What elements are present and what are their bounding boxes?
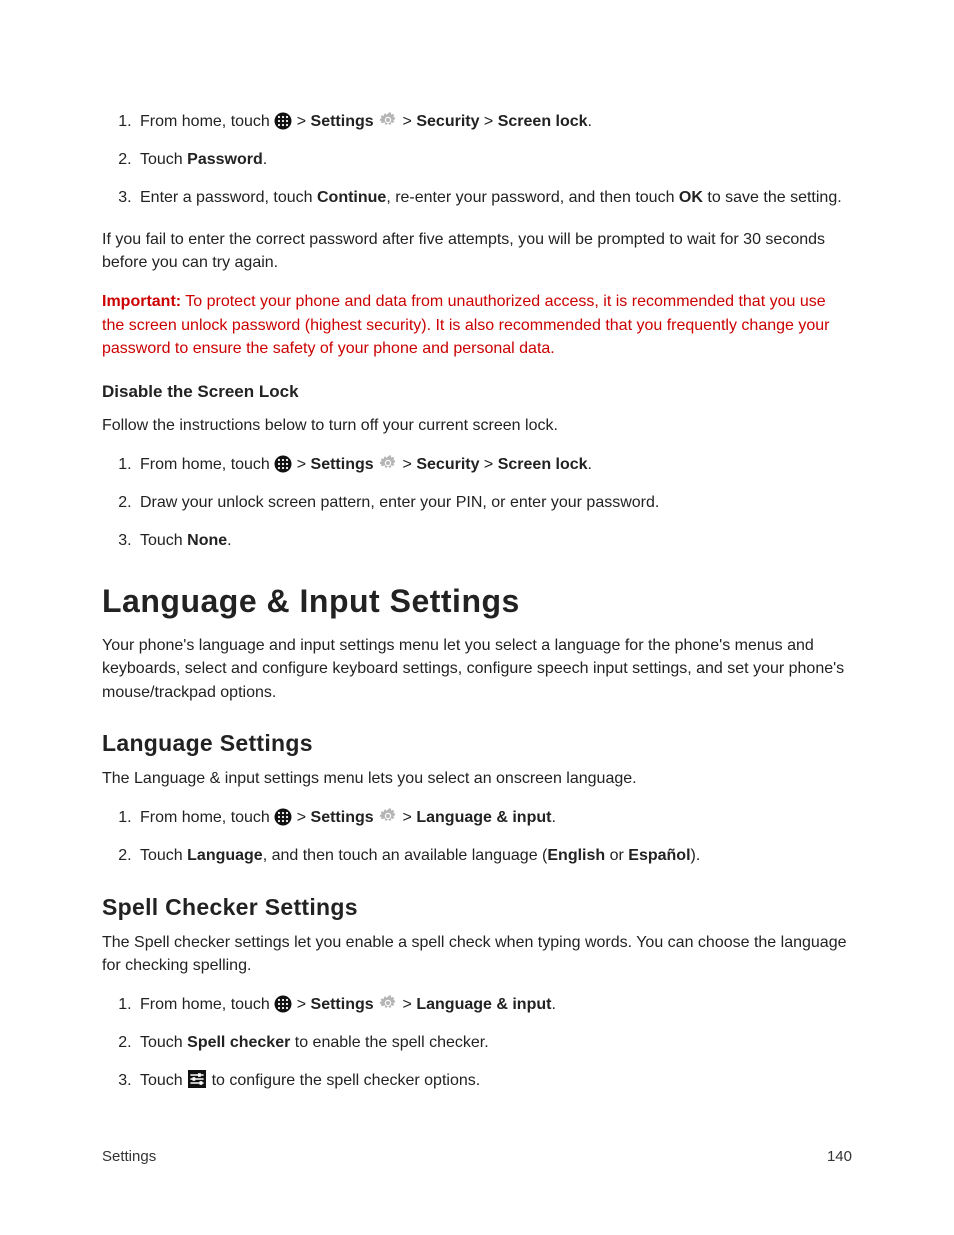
text: Touch: [140, 847, 187, 864]
text: Touch: [140, 532, 187, 549]
gear-icon: [378, 993, 398, 1013]
security-label: Security: [416, 113, 479, 130]
settings-label: Settings: [311, 809, 374, 826]
important-note: Important: To protect your phone and dat…: [102, 290, 852, 360]
list-item: Touch Language, and then touch an availa…: [136, 844, 852, 868]
footer-section: Settings: [102, 1148, 156, 1165]
footer-page-number: 140: [827, 1148, 852, 1165]
gear-icon: [378, 453, 398, 473]
steps-list-language: From home, touch > Settings > Language &…: [102, 806, 852, 868]
spell-intro: The Spell checker settings let you enabl…: [102, 931, 852, 977]
text: >: [403, 456, 417, 473]
text: Touch: [140, 151, 187, 168]
screen-lock-label: Screen lock: [498, 456, 588, 473]
text: to configure the spell checker options.: [207, 1072, 480, 1089]
text: to save the setting.: [703, 189, 842, 206]
h2-language-settings: Language Settings: [102, 730, 852, 757]
security-label: Security: [416, 456, 479, 473]
lang-input-intro: Your phone's language and input settings…: [102, 634, 852, 704]
text: >: [403, 113, 417, 130]
text: ).: [691, 847, 701, 864]
apps-icon: [274, 995, 292, 1013]
list-item: From home, touch > Settings > Security >…: [136, 110, 852, 134]
text: From home, touch: [140, 113, 274, 130]
screen-lock-label: Screen lock: [498, 113, 588, 130]
text: .: [263, 151, 267, 168]
text: >: [479, 113, 497, 130]
list-item: Touch None.: [136, 529, 852, 553]
text: >: [292, 113, 310, 130]
text: Enter a password, touch: [140, 189, 317, 206]
list-item: From home, touch > Settings > Language &…: [136, 806, 852, 830]
paragraph-fail: If you fail to enter the correct passwor…: [102, 228, 852, 274]
steps-list-1: From home, touch > Settings > Security >…: [102, 110, 852, 210]
spell-checker-label: Spell checker: [187, 1034, 290, 1051]
h2-spell-checker: Spell Checker Settings: [102, 894, 852, 921]
list-item: Touch to configure the spell checker opt…: [136, 1069, 852, 1093]
disable-heading: Disable the Screen Lock: [102, 382, 852, 402]
text: From home, touch: [140, 809, 274, 826]
disable-intro: Follow the instructions below to turn of…: [102, 414, 852, 437]
text: .: [551, 996, 555, 1013]
english-label: English: [547, 847, 605, 864]
continue-label: Continue: [317, 189, 386, 206]
settings-label: Settings: [311, 996, 374, 1013]
list-item: Enter a password, touch Continue, re-ent…: [136, 186, 852, 210]
language-input-label: Language & input: [416, 809, 551, 826]
document-page: From home, touch > Settings > Security >…: [0, 0, 954, 1235]
language-label: Language: [187, 847, 263, 864]
text: to enable the spell checker.: [290, 1034, 488, 1051]
text: .: [588, 113, 592, 130]
apps-icon: [274, 455, 292, 473]
gear-icon: [378, 806, 398, 826]
ok-label: OK: [679, 189, 703, 206]
text: .: [551, 809, 555, 826]
page-footer: Settings 140: [102, 1148, 852, 1165]
lang-settings-intro: The Language & input settings menu lets …: [102, 767, 852, 790]
steps-list-disable: From home, touch > Settings > Security >…: [102, 453, 852, 553]
language-input-label: Language & input: [416, 996, 551, 1013]
text: >: [403, 809, 417, 826]
text: or: [605, 847, 628, 864]
text: From home, touch: [140, 996, 274, 1013]
apps-icon: [274, 808, 292, 826]
list-item: From home, touch > Settings > Security >…: [136, 453, 852, 477]
text: , and then touch an available language (: [263, 847, 548, 864]
text: From home, touch: [140, 456, 274, 473]
text: >: [403, 996, 417, 1013]
sliders-icon: [187, 1069, 207, 1089]
gear-icon: [378, 110, 398, 130]
settings-label: Settings: [311, 456, 374, 473]
text: , re-enter your password, and then touch: [386, 189, 679, 206]
apps-icon: [274, 112, 292, 130]
text: .: [227, 532, 231, 549]
list-item: Touch Password.: [136, 148, 852, 172]
password-label: Password: [187, 151, 263, 168]
text: >: [479, 456, 497, 473]
important-lead: Important:: [102, 293, 181, 310]
h1-language-input: Language & Input Settings: [102, 583, 852, 620]
text: >: [292, 996, 310, 1013]
list-item: Touch Spell checker to enable the spell …: [136, 1031, 852, 1055]
espanol-label: Español: [628, 847, 690, 864]
list-item: Draw your unlock screen pattern, enter y…: [136, 491, 852, 515]
none-label: None: [187, 532, 227, 549]
steps-list-spell: From home, touch > Settings > Language &…: [102, 993, 852, 1093]
text: Touch: [140, 1072, 187, 1089]
text: .: [588, 456, 592, 473]
text: >: [292, 456, 310, 473]
text: Touch: [140, 1034, 187, 1051]
settings-label: Settings: [311, 113, 374, 130]
list-item: From home, touch > Settings > Language &…: [136, 993, 852, 1017]
text: >: [292, 809, 310, 826]
important-text: To protect your phone and data from unau…: [102, 293, 829, 356]
